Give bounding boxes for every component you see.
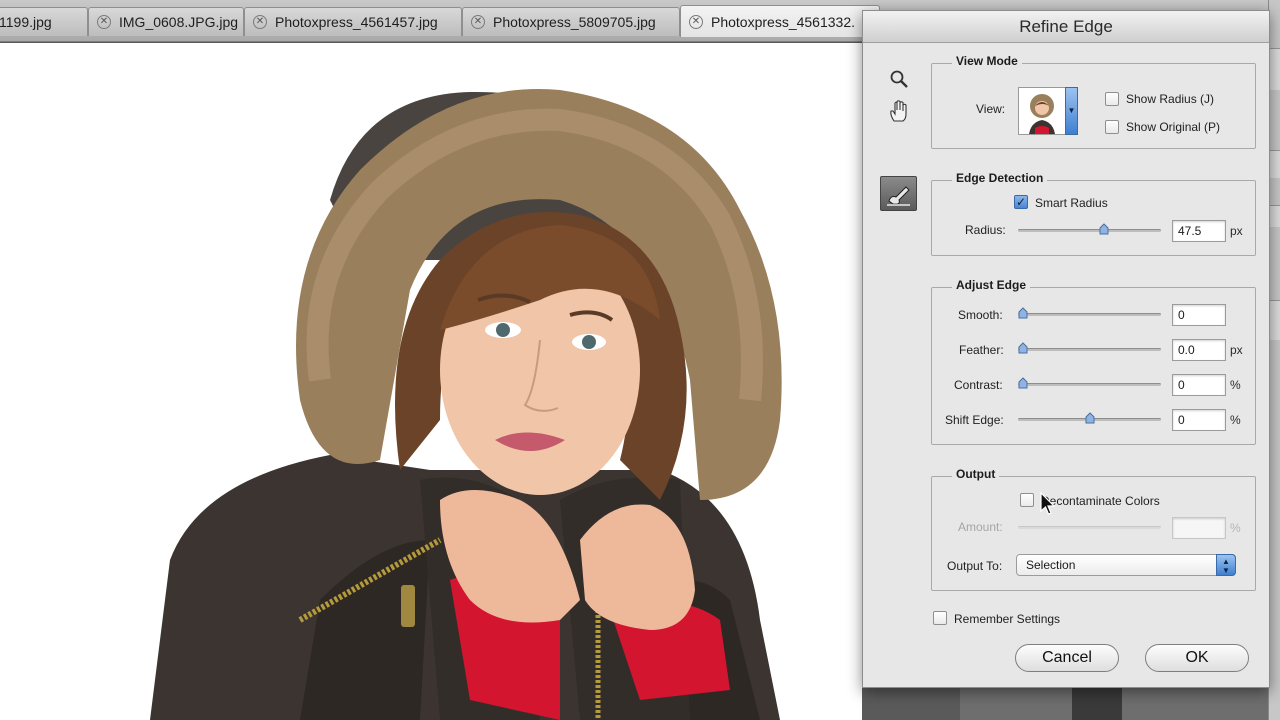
hand-icon [890, 100, 907, 122]
side-panel-strip [1270, 150, 1280, 178]
shift-edge-label: Shift Edge: [945, 413, 1004, 427]
tab-label: Photoxpress_5809705.jpg [493, 14, 656, 30]
show-original-label: Show Original (P) [1126, 120, 1221, 134]
background-panel [1072, 688, 1122, 720]
tab-photoxpress-5809705[interactable]: ✕ Photoxpress_5809705.jpg [462, 7, 680, 36]
refine-edge-dialog: Refine Edge View Mode View: ▼ Show Radiu… [862, 10, 1270, 688]
tab-1199[interactable]: 1199.jpg [0, 7, 88, 36]
close-tab-icon[interactable]: ✕ [471, 15, 485, 29]
contrast-label: Contrast: [954, 378, 1003, 392]
view-label: View: [976, 102, 1006, 116]
feather-slider[interactable] [1018, 342, 1161, 354]
radius-label: Radius: [965, 223, 1006, 237]
slider-thumb-icon[interactable] [1018, 342, 1028, 354]
output-to-label: Output To: [947, 559, 1003, 573]
adjust-edge-title: Adjust Edge [952, 278, 1031, 292]
contrast-input[interactable]: 0 [1172, 374, 1226, 396]
close-tab-icon[interactable]: ✕ [97, 15, 111, 29]
view-mode-group: View Mode View: ▼ Show Radius (J) Show O… [931, 54, 1256, 149]
output-group: Output Decontaminate Colors Amount: % Ou… [931, 467, 1256, 591]
smart-radius-label: Smart Radius [1035, 196, 1108, 210]
view-dropdown-arrow-icon[interactable]: ▼ [1065, 87, 1078, 135]
zoom-icon [890, 70, 908, 88]
amount-input[interactable] [1172, 517, 1226, 539]
contrast-unit: % [1230, 378, 1241, 392]
slider-thumb-icon[interactable] [1099, 223, 1109, 235]
shift-edge-input[interactable]: 0 [1172, 409, 1226, 431]
edge-detection-group: Edge Detection ✓ Smart Radius Radius: 47… [931, 171, 1256, 256]
output-title: Output [952, 467, 1000, 481]
show-radius-label: Show Radius (J) [1126, 92, 1215, 106]
slider-thumb-icon[interactable] [1085, 412, 1095, 424]
shift-edge-slider[interactable] [1018, 412, 1161, 424]
feather-unit: px [1230, 343, 1243, 357]
tab-label: IMG_0608.JPG.jpg [119, 14, 239, 30]
tab-photoxpress-4561457[interactable]: ✕ Photoxpress_4561457.jpg [244, 7, 462, 36]
radius-unit: px [1230, 224, 1243, 238]
smooth-label: Smooth: [958, 308, 1003, 322]
side-panel-strip [1270, 48, 1280, 90]
show-original-checkbox[interactable] [1105, 120, 1119, 134]
contrast-slider[interactable] [1018, 377, 1161, 389]
edge-detection-title: Edge Detection [952, 171, 1048, 185]
portrait-photo [150, 89, 782, 720]
feather-label: Feather: [959, 343, 1004, 357]
decontaminate-label: Decontaminate Colors [1041, 494, 1160, 508]
slider-thumb-icon[interactable] [1018, 377, 1028, 389]
side-panel-strip [1270, 205, 1280, 227]
view-preview-icon [1019, 88, 1065, 134]
ok-button[interactable]: OK [1145, 644, 1249, 672]
smooth-slider[interactable] [1018, 307, 1161, 319]
refine-radius-brush-icon [887, 186, 910, 206]
slider-thumb-icon[interactable] [1018, 307, 1028, 319]
remember-settings-checkbox[interactable] [933, 611, 947, 625]
feather-input[interactable]: 0.0 [1172, 339, 1226, 361]
zoom-tool[interactable] [885, 66, 913, 92]
mouse-cursor-icon [1040, 492, 1056, 515]
close-tab-icon[interactable]: ✕ [689, 14, 703, 29]
close-tab-icon[interactable]: ✕ [253, 15, 267, 29]
dialog-title: Refine Edge [863, 11, 1269, 43]
radius-slider[interactable] [1018, 223, 1161, 235]
smooth-input[interactable]: 0 [1172, 304, 1226, 326]
remember-settings-label: Remember Settings [954, 612, 1061, 626]
output-to-select[interactable]: Selection ▲ ▼ [1016, 554, 1236, 576]
select-arrows-icon: ▲ ▼ [1216, 554, 1236, 576]
show-radius-checkbox[interactable] [1105, 92, 1119, 106]
tab-label: 1199.jpg [0, 14, 52, 30]
amount-unit: % [1230, 521, 1241, 535]
cancel-button[interactable]: Cancel [1015, 644, 1119, 672]
amount-label: Amount: [958, 520, 1003, 534]
smart-radius-checkbox[interactable]: ✓ [1014, 195, 1028, 209]
adjust-edge-group: Adjust Edge Smooth: 0 Feather: 0.0 px Co… [931, 278, 1256, 445]
hand-tool[interactable] [885, 97, 913, 125]
view-mode-title: View Mode [952, 54, 1022, 68]
tab-photoxpress-4561332[interactable]: ✕ Photoxpress_4561332. [680, 5, 880, 37]
tab-img-0608[interactable]: ✕ IMG_0608.JPG.jpg [88, 7, 244, 36]
tab-label: Photoxpress_4561457.jpg [275, 14, 438, 30]
amount-slider[interactable] [1018, 526, 1161, 529]
radius-input[interactable]: 47.5 [1172, 220, 1226, 242]
document-canvas[interactable] [0, 43, 862, 720]
decontaminate-checkbox[interactable] [1020, 493, 1034, 507]
refine-radius-tool[interactable] [880, 176, 917, 211]
tab-label: Photoxpress_4561332. [711, 13, 855, 30]
shift-edge-unit: % [1230, 413, 1241, 427]
output-to-value: Selection [1026, 558, 1076, 572]
side-panel-strip [1270, 300, 1280, 340]
